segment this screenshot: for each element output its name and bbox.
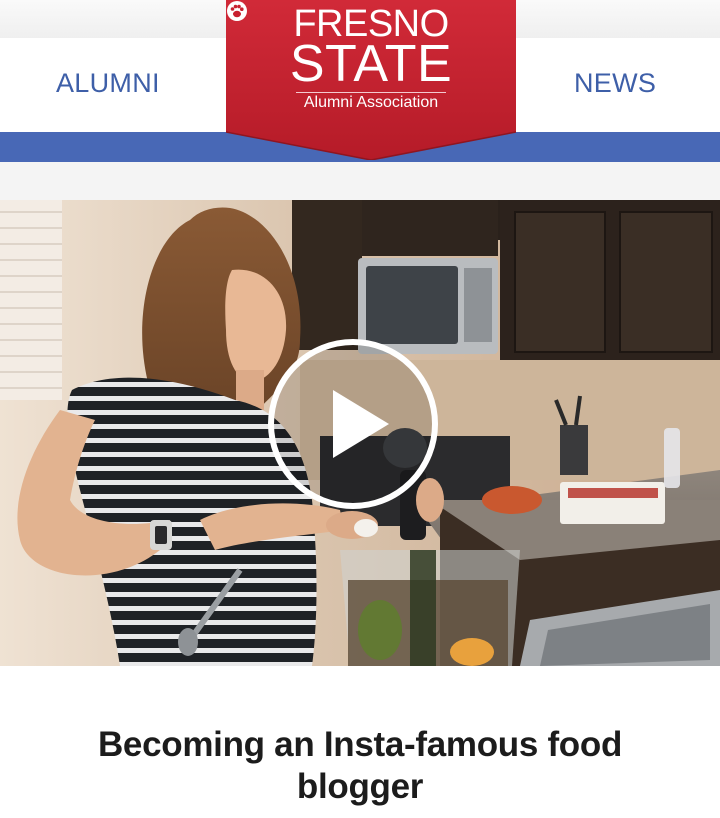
- logo-divider: [296, 92, 446, 93]
- paw-icon: [227, 1, 247, 21]
- logo-state-text: STATE: [289, 35, 453, 93]
- article-title[interactable]: Becoming an Insta-famous food blogger: [40, 724, 680, 808]
- nav-link-alumni[interactable]: ALUMNI: [56, 68, 160, 99]
- logo-subtitle: Alumni Association: [303, 94, 439, 111]
- play-icon[interactable]: [267, 338, 439, 510]
- header-shadow-band: [0, 162, 720, 200]
- fresno-state-logo[interactable]: FRESNO STATE Alumni Association: [226, 0, 516, 160]
- nav-link-news[interactable]: NEWS: [574, 68, 656, 99]
